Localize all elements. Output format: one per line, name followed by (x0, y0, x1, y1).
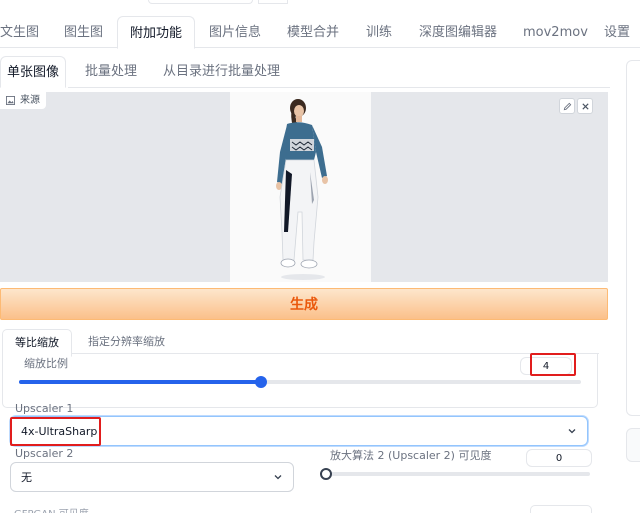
upscaler2-select[interactable]: 无 (10, 462, 294, 492)
visibility-slider-track (326, 472, 590, 476)
chevron-down-icon (568, 429, 576, 434)
sub-tab-bar: 单张图像 批量处理 从目录进行批量处理 (0, 56, 610, 88)
tab-checkpoint-merger[interactable]: 模型合并 (287, 18, 339, 48)
edit-image-button[interactable] (559, 98, 575, 114)
tab-batch-from-directory[interactable]: 从目录进行批量处理 (163, 56, 280, 88)
clear-image-button[interactable] (577, 98, 593, 114)
main-tab-bar: 文生图 图生图 附加功能 图片信息 模型合并 训练 深度图编辑器 mov2mov… (0, 16, 640, 49)
top-panel-edge-2 (258, 0, 288, 4)
upscaler2-visibility-label: 放大算法 2 (Upscaler 2) 可见度 (330, 449, 492, 462)
visibility-slider-thumb[interactable] (320, 468, 332, 480)
tab-img2img[interactable]: 图生图 (64, 18, 103, 48)
source-image-dropzone[interactable]: 来源 (0, 92, 608, 282)
upscaler2-visibility-slider[interactable] (320, 467, 590, 481)
source-label-text: 来源 (20, 94, 40, 106)
upscaler2-label: Upscaler 2 (15, 447, 74, 460)
scale-slider-thumb[interactable] (254, 376, 267, 388)
close-icon (581, 102, 589, 110)
tab-train[interactable]: 训练 (366, 18, 392, 48)
generate-button[interactable]: 生成 (0, 288, 608, 320)
pencil-icon (563, 102, 571, 110)
scale-value-input[interactable]: 4 (520, 357, 572, 375)
upscaler2-value: 无 (21, 471, 32, 484)
sub-tab-divider (68, 87, 610, 88)
upscaler1-value: 4x-UltraSharp (21, 424, 98, 438)
tab-batch-process[interactable]: 批量处理 (85, 56, 137, 88)
upscaler2-visibility-input[interactable]: 0 (526, 449, 592, 467)
gfpgan-visibility-input[interactable] (530, 505, 592, 513)
tab-depth-editor[interactable]: 深度图编辑器 (419, 18, 497, 48)
tab-png-info[interactable]: 图片信息 (209, 18, 261, 48)
tab-extras[interactable]: 附加功能 (117, 16, 196, 49)
tab-mov2mov[interactable]: mov2mov (523, 18, 588, 48)
right-panel-button[interactable] (626, 428, 640, 462)
upscaler1-label: Upscaler 1 (15, 402, 74, 415)
chevron-down-icon (274, 475, 282, 480)
tab-txt2img[interactable]: 文生图 (0, 18, 39, 48)
scale-mode-tab-bar: 等比缩放 指定分辨率缩放 (0, 326, 600, 357)
upscaler1-select[interactable]: 4x-UltraSharp (10, 416, 588, 446)
scale-slider[interactable] (19, 375, 581, 389)
source-label: 来源 (0, 92, 47, 110)
image-icon (6, 96, 15, 105)
tab-single-image[interactable]: 单张图像 (0, 56, 67, 88)
right-output-panel (626, 60, 640, 416)
tab-settings[interactable]: 设置 (604, 18, 630, 48)
top-panel-edge (148, 0, 253, 4)
scale-slider-fill (19, 380, 261, 384)
gfpgan-visibility-label: GFPGAN 可见度 (14, 505, 89, 513)
source-photo (230, 92, 371, 282)
scale-label: 缩放比例 (24, 357, 68, 370)
